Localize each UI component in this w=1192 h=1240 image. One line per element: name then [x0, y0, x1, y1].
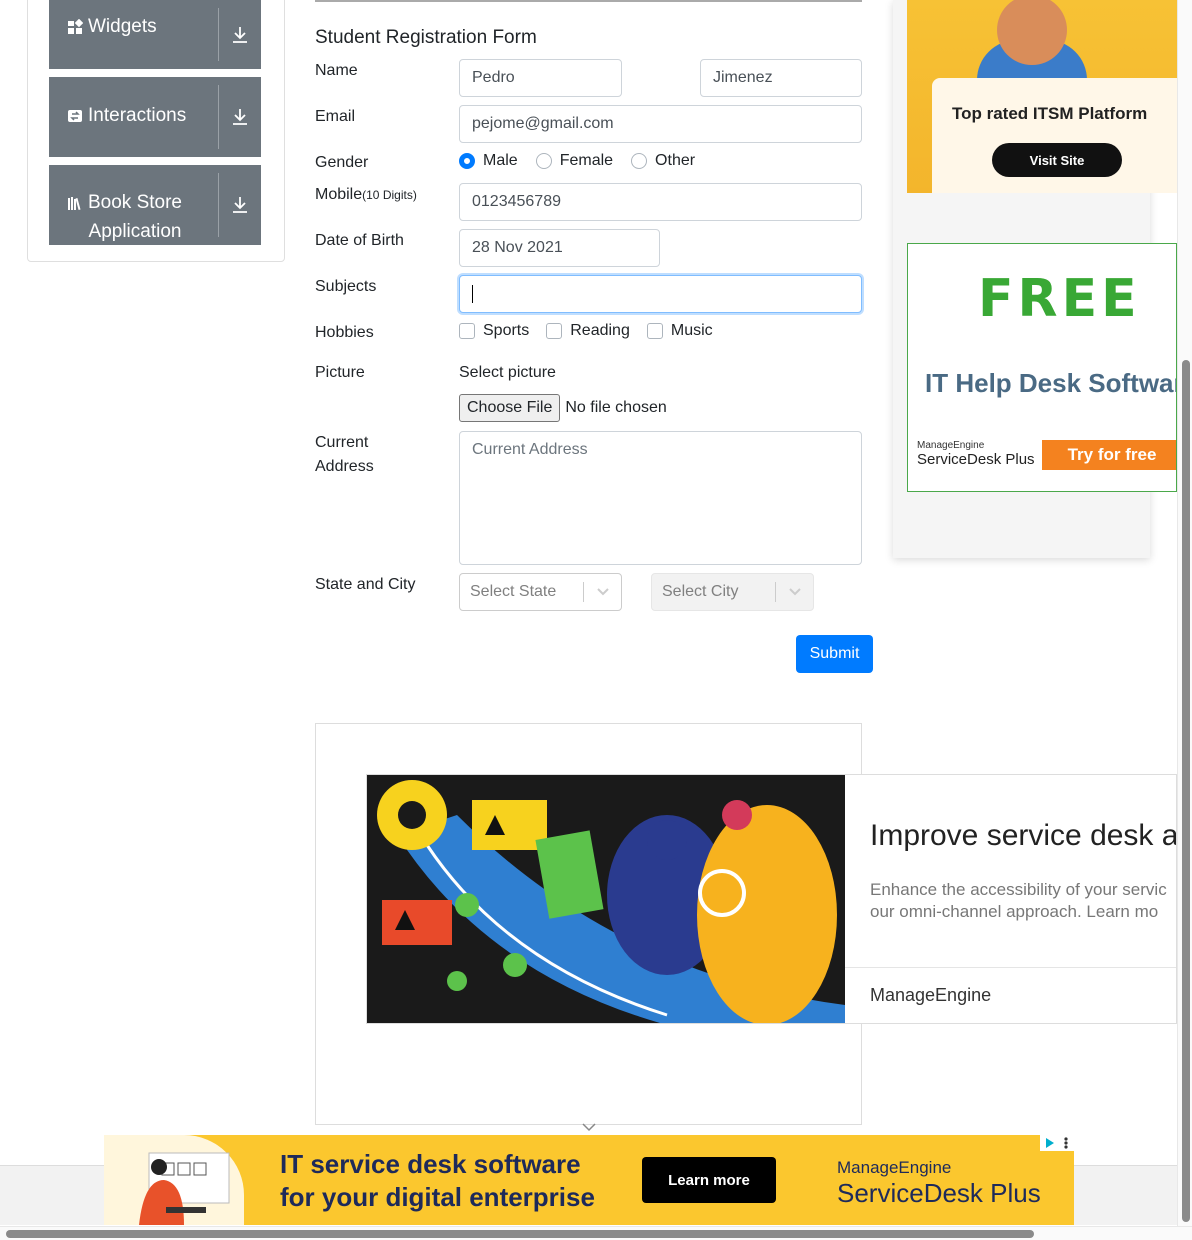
gender-female-option[interactable]: Female [535, 152, 613, 170]
sidebar-group-interactions[interactable]: Interactions [49, 77, 261, 157]
choose-file-button[interactable]: Choose File [459, 394, 561, 422]
date-of-birth-input[interactable]: 28 Nov 2021 [459, 229, 660, 267]
hobby-reading-option[interactable]: Reading [546, 322, 630, 340]
ad-brand-small: ManageEngine [917, 440, 985, 451]
chevron-down-icon[interactable] [584, 588, 621, 596]
ad-body: Enhance the accessibility of your servic… [870, 880, 1167, 921]
radio-button[interactable] [535, 153, 552, 169]
state-select[interactable]: Select State [459, 573, 622, 611]
ad-title: IT Help Desk Softwar [925, 368, 1177, 398]
submit-button[interactable]: Submit [796, 635, 873, 673]
ad-headline: Improve service desk a [870, 819, 1177, 852]
banner-headline: IT service desk software for your digita… [280, 1149, 595, 1212]
try-for-free-button[interactable]: Try for free [1042, 440, 1176, 470]
last-name-input[interactable]: Jimenez [700, 59, 862, 97]
vertical-scrollbar[interactable] [1177, 0, 1192, 1226]
download-icon[interactable] [219, 0, 261, 69]
learn-more-button[interactable]: Learn more [642, 1157, 776, 1203]
subjects-input[interactable] [459, 275, 862, 313]
hobbies-label: Hobbies [315, 324, 374, 341]
sidebar-group-widgets[interactable]: Widgets [49, 0, 261, 69]
picture-label: Picture [315, 364, 365, 381]
city-select-value: Select City [662, 583, 739, 600]
checkbox[interactable] [646, 323, 663, 339]
gender-radio-group: Male Female Other [459, 152, 713, 170]
scrollbar-thumb[interactable] [1182, 360, 1190, 1222]
download-icon[interactable] [219, 77, 261, 157]
helpdesk-ad[interactable]: FREE IT Help Desk Softwar ManageEngine S… [907, 243, 1177, 492]
ad-title: Top rated ITSM Platform [952, 104, 1148, 123]
text-caret [472, 285, 473, 303]
gender-label: Gender [315, 154, 369, 171]
mobile-hint: (10 Digits) [362, 188, 417, 202]
interactions-icon [68, 110, 82, 122]
hobbies-checkbox-group: Sports Reading Music [459, 322, 730, 340]
email-input[interactable]: pejome@gmail.com [459, 105, 862, 143]
ad-choices-icon[interactable] [1040, 1135, 1074, 1151]
sidebar-group-book-store[interactable]: Book Store Application [49, 165, 261, 245]
books-icon [68, 197, 81, 211]
sidebar-group-label: Widgets [88, 16, 157, 37]
radio-button[interactable] [459, 153, 475, 169]
checkbox-label[interactable]: Reading [570, 322, 630, 340]
horizontal-scrollbar[interactable] [0, 1226, 1192, 1240]
state-select-value: Select State [470, 583, 557, 600]
checkbox-label[interactable]: Music [671, 322, 713, 340]
file-upload: Choose File No file chosen [459, 394, 667, 422]
radio-label[interactable]: Other [655, 152, 695, 170]
service-desk-ad[interactable]: Improve service desk a Enhance the acces… [366, 774, 1177, 1024]
ad-brand-small: ManageEngine [837, 1158, 952, 1177]
hobby-sports-option[interactable]: Sports [459, 322, 529, 340]
divider [845, 967, 1176, 968]
name-label: Name [315, 62, 358, 79]
checkbox[interactable] [459, 323, 475, 339]
first-name-input[interactable]: Pedro [459, 59, 622, 97]
ad-illustration [367, 775, 845, 1023]
ad-brand: ServiceDesk Plus [917, 451, 1035, 468]
sidebar-group-label: Interactions [88, 105, 187, 126]
ad-brand: ServiceDesk Plus [837, 1178, 1041, 1208]
sidebar-group-label: Application [88, 221, 182, 242]
radio-label[interactable]: Male [483, 152, 518, 170]
ad-brand: ManageEngine [870, 985, 992, 1005]
scrollbar-thumb[interactable] [6, 1230, 1034, 1238]
widgets-icon [68, 19, 83, 34]
mobile-label: Mobile(10 Digits) [315, 186, 417, 203]
current-address-textarea[interactable]: Current Address [459, 431, 862, 565]
chevron-down-icon[interactable] [776, 588, 813, 596]
ad-free-tag: FREE [978, 269, 1141, 329]
radio-label[interactable]: Female [560, 152, 613, 170]
email-label: Email [315, 108, 356, 125]
subjects-label: Subjects [315, 278, 377, 295]
hobby-music-option[interactable]: Music [646, 322, 713, 340]
dob-label: Date of Birth [315, 232, 404, 249]
sidebar-group-label: Book Store [88, 192, 182, 213]
itsm-ad[interactable]: Top rated ITSM Platform Visit Site [907, 0, 1177, 193]
download-icon[interactable] [219, 165, 261, 245]
gender-other-option[interactable]: Other [631, 152, 695, 170]
form-title: Student Registration Form [315, 27, 537, 48]
divider [315, 0, 862, 2]
state-city-label: State and City [315, 576, 416, 593]
ad-illustration [104, 1135, 244, 1225]
checkbox[interactable] [546, 323, 563, 339]
visit-site-button[interactable]: Visit Site [992, 143, 1122, 177]
select-picture-label: Select picture [459, 364, 556, 381]
city-select[interactable]: Select City [651, 573, 814, 611]
file-status: No file chosen [565, 399, 667, 416]
checkbox-label[interactable]: Sports [483, 322, 529, 340]
radio-button[interactable] [631, 153, 648, 169]
gender-male-option[interactable]: Male [459, 152, 518, 170]
address-label: Current Address [315, 434, 374, 475]
bottom-banner-ad[interactable]: IT service desk software for your digita… [104, 1135, 1074, 1225]
mobile-input[interactable]: 0123456789 [459, 183, 862, 221]
